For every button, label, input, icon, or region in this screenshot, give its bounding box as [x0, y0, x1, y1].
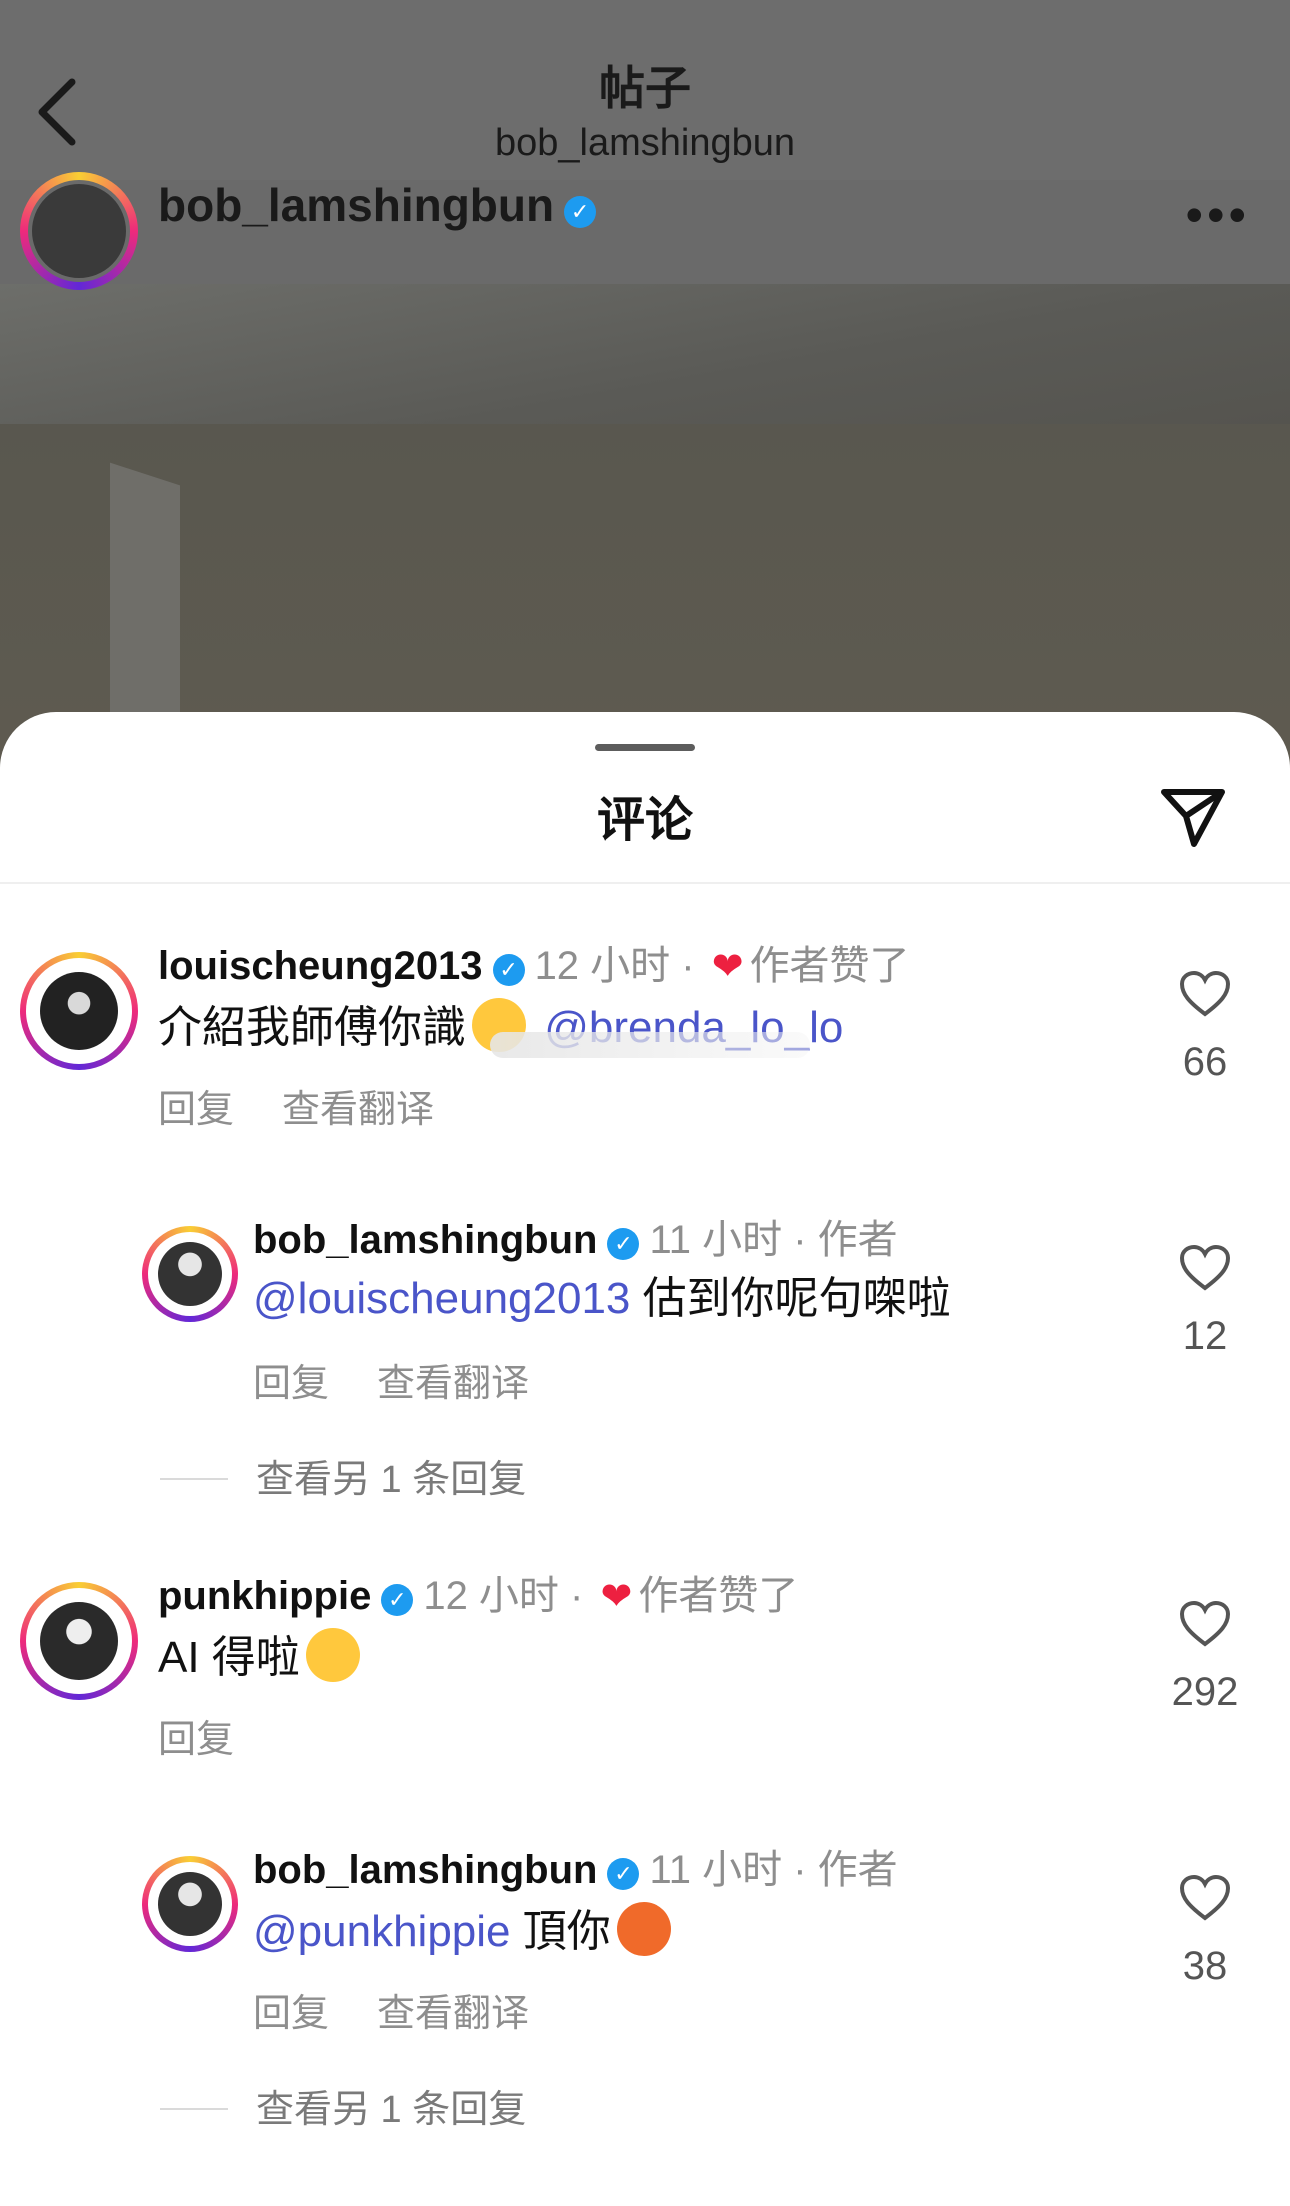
post-author-username[interactable]: bob_lamshingbun ✓ [158, 180, 606, 230]
like-button[interactable]: 66 [1160, 970, 1250, 1085]
comment-meta: louischeung2013 ✓ 12 小时 · ❤ 作者赞了 [158, 942, 910, 991]
author-label: 作者 [817, 1848, 898, 1892]
comment-username[interactable]: punkhippie [158, 1574, 371, 1618]
separator-dot: · [782, 1218, 818, 1262]
comment-time: 12 小时 [423, 1574, 559, 1618]
commenter-avatar[interactable] [142, 1226, 238, 1322]
send-icon [1161, 789, 1225, 847]
comment-body: 頂你 [522, 1907, 611, 1956]
translate-button[interactable]: 查看翻译 [377, 1993, 529, 2035]
comment-actions: 回复 查看翻译 [253, 1352, 577, 1407]
photo-ceiling [0, 284, 1290, 424]
verified-badge-icon: ✓ [492, 954, 525, 986]
comment-meta: bob_lamshingbun ✓ 11 小时 · 作者 [253, 1846, 898, 1894]
header-divider [0, 882, 1290, 884]
comment-text: @punkhippie 頂你 [253, 1902, 677, 1959]
comment-text: AI 得啦 [158, 1628, 366, 1685]
heart-filled-icon: ❤ [600, 1576, 633, 1618]
comment-username[interactable]: louischeung2013 [158, 944, 483, 988]
comment-body: 介紹我師傅你識 [158, 1003, 466, 1052]
replies-line [160, 2108, 228, 2110]
heart-filled-icon: ❤ [711, 946, 744, 988]
reply-button[interactable]: 回复 [253, 1993, 329, 2035]
comment-username[interactable]: bob_lamshingbun [253, 1848, 597, 1892]
like-count: 66 [1182, 1040, 1228, 1084]
verified-badge-icon: ✓ [607, 1858, 640, 1890]
more-options-button[interactable]: ••• [1185, 186, 1250, 244]
replies-line [160, 1478, 228, 1480]
more-replies-label: 查看另 1 条回复 [256, 2089, 527, 2131]
more-replies-label: 查看另 1 条回复 [256, 1459, 527, 1501]
comment-body: 估到你呢句㗎啦 [642, 1274, 951, 1323]
like-count: 292 [1171, 1670, 1239, 1714]
like-button[interactable]: 12 [1160, 1244, 1250, 1359]
comment-username[interactable]: bob_lamshingbun [253, 1218, 597, 1262]
post-username-text: bob_lamshingbun [158, 179, 555, 231]
comment-text: @louischeung2013 估到你呢句㗎啦 [253, 1272, 951, 1326]
post-header: bob_lamshingbun ✓ ••• [0, 172, 1290, 290]
separator-dot: · [782, 1848, 818, 1892]
like-count: 38 [1182, 1944, 1228, 1988]
page-title: 帖子 [599, 62, 691, 114]
heart-outline-icon [1179, 1874, 1231, 1921]
navigation-bar: 帖子 bob_lamshingbun [0, 0, 1290, 180]
comment-actions: 回复 查看翻译 [253, 1982, 577, 2037]
heart-outline-icon [1179, 1600, 1231, 1647]
like-button[interactable]: 292 [1160, 1600, 1250, 1715]
sheet-drag-handle[interactable] [595, 744, 695, 751]
blurred-text [490, 1032, 810, 1058]
heart-outline-icon [1179, 1244, 1231, 1291]
author-label: 作者 [817, 1218, 898, 1262]
separator-dot: · [670, 944, 706, 988]
page-subtitle: bob_lamshingbun [494, 122, 795, 164]
verified-badge-icon: ✓ [607, 1228, 640, 1260]
reply-button[interactable]: 回复 [158, 1719, 234, 1761]
like-button[interactable]: 38 [1160, 1874, 1250, 1989]
commenter-avatar[interactable] [142, 1856, 238, 1952]
verified-badge-icon: ✓ [564, 196, 597, 228]
mention-link[interactable]: @louischeung2013 [253, 1274, 630, 1323]
view-more-replies-button[interactable]: 查看另 1 条回复 [160, 1448, 526, 1503]
comments-sheet: 评论 louischeung2013 ✓ 12 小时 · ❤ 作者赞了 介紹我師傅你識… [0, 712, 1290, 2206]
comment-time: 12 小时 [534, 944, 671, 988]
comment-meta: bob_lamshingbun ✓ 11 小时 · 作者 [253, 1216, 898, 1264]
heart-outline-icon [1179, 970, 1231, 1017]
commenter-avatar[interactable] [20, 1582, 138, 1700]
commenter-avatar[interactable] [20, 952, 138, 1070]
mention-link[interactable]: @punkhippie [253, 1907, 511, 1956]
share-button[interactable] [1158, 782, 1228, 852]
author-liked-label: 作者赞了 [749, 944, 910, 988]
comment-time: 11 小时 [649, 1218, 783, 1262]
translate-button[interactable]: 查看翻译 [377, 1363, 529, 1405]
comment-actions: 回复 查看翻译 [158, 1078, 482, 1133]
view-more-replies-button[interactable]: 查看另 1 条回复 [160, 2078, 526, 2133]
reply-button[interactable]: 回复 [253, 1363, 329, 1405]
comment-body: AI 得啦 [158, 1633, 300, 1682]
angry-face-emoji-icon [616, 1902, 671, 1956]
comment-time: 11 小时 [649, 1848, 783, 1892]
like-count: 12 [1182, 1314, 1228, 1358]
sheet-title: 评论 [596, 794, 693, 847]
verified-badge-icon: ✓ [381, 1584, 414, 1616]
comment-meta: punkhippie ✓ 12 小时 · ❤ 作者赞了 [158, 1572, 798, 1621]
author-liked-label: 作者赞了 [638, 1574, 799, 1618]
reply-button[interactable]: 回复 [158, 1089, 234, 1131]
comment-actions: 回复 [158, 1708, 282, 1763]
translate-button[interactable]: 查看翻译 [282, 1089, 434, 1131]
separator-dot: · [558, 1574, 595, 1618]
post-author-avatar[interactable] [20, 172, 138, 290]
laughing-tears-emoji-icon [305, 1628, 360, 1682]
